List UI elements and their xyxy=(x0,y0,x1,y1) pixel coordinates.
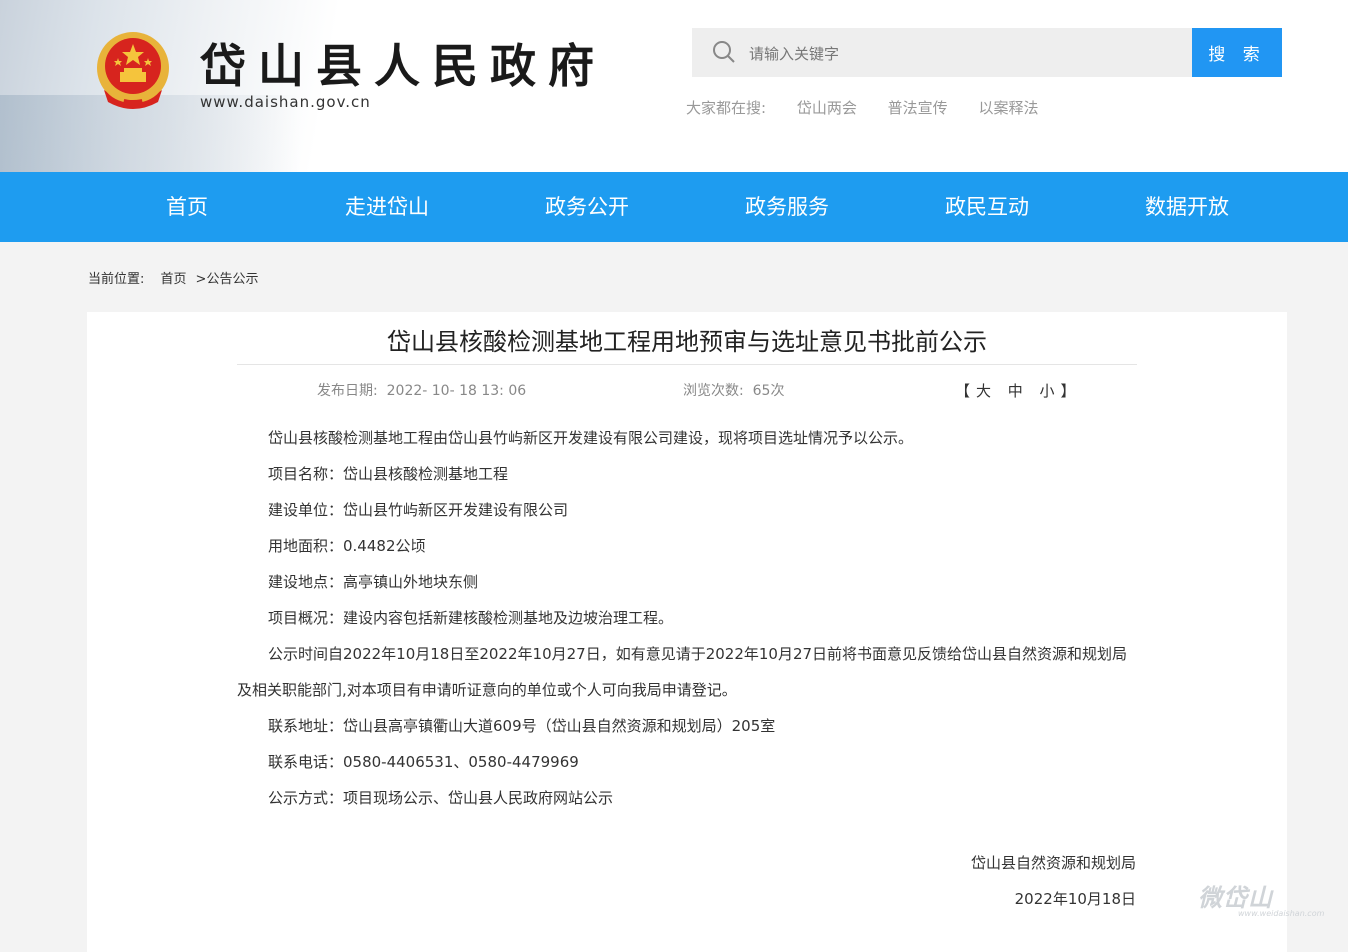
main-nav: 首页 走进岱山 政务公开 政务服务 政民互动 数据开放 xyxy=(0,172,1348,242)
article-paragraph: 用地面积：0.4482公顷 xyxy=(268,537,426,555)
article-paragraph: 岱山县核酸检测基地工程由岱山县竹屿新区开发建设有限公司建设，现将项目选址情况予以… xyxy=(268,429,914,447)
search-box xyxy=(692,28,1192,79)
publish-date-value: 2022- 10- 18 13: 06 xyxy=(386,383,527,399)
title-divider xyxy=(237,364,1137,365)
view-count: 浏览次数: 65次 xyxy=(683,380,784,400)
font-size-control[interactable]: 【大 中 小】 xyxy=(955,380,1082,401)
article-paragraph: 建设地点：高亭镇山外地块东侧 xyxy=(268,573,479,591)
hot-searches-label: 大家都在搜: xyxy=(686,99,767,117)
site-url: www.daishan.gov.cn xyxy=(200,93,371,111)
search-input[interactable] xyxy=(747,28,1181,79)
article-paragraph: 联系地址：岱山县高亭镇衢山大道609号（岱山县自然资源和规划局）205室 xyxy=(268,717,776,735)
nav-item-about[interactable]: 走进岱山 xyxy=(287,172,487,242)
breadcrumb-label: 当前位置: xyxy=(88,272,145,287)
breadcrumb-current[interactable]: >公告公示 xyxy=(196,272,259,287)
watermark-text: 微岱山 xyxy=(1198,884,1273,912)
hot-search-link[interactable]: 普法宣传 xyxy=(888,99,948,117)
search-icon xyxy=(713,41,735,63)
article-paragraph: 项目名称：岱山县核酸检测基地工程 xyxy=(268,465,509,483)
nav-item-interaction[interactable]: 政民互动 xyxy=(887,172,1087,242)
nav-item-gov-services[interactable]: 政务服务 xyxy=(687,172,887,242)
site-title[interactable]: 岱山县人民政府 xyxy=(200,30,606,96)
sign-date: 2022年10月18日 xyxy=(1014,890,1136,908)
nav-item-open-data[interactable]: 数据开放 xyxy=(1087,172,1287,242)
article-paragraph: 联系电话：0580-4406531、0580-4479969 xyxy=(268,753,579,771)
article-paragraph: 公示时间自2022年10月18日至2022年10月27日，如有意见请于2022年… xyxy=(237,645,1128,699)
view-count-value: 65次 xyxy=(752,383,785,399)
hot-search-link[interactable]: 岱山两会 xyxy=(797,99,857,117)
publish-date-label: 发布日期: xyxy=(317,383,378,399)
nav-item-gov-affairs[interactable]: 政务公开 xyxy=(487,172,687,242)
hot-search-link[interactable]: 以案释法 xyxy=(978,99,1038,117)
article-paragraph: 建设单位：岱山县竹屿新区开发建设有限公司 xyxy=(268,501,569,519)
view-count-label: 浏览次数: xyxy=(683,383,744,399)
article-paragraph: 公示方式：项目现场公示、岱山县人民政府网站公示 xyxy=(268,789,614,807)
breadcrumb: 当前位置: 首页 >公告公示 xyxy=(88,268,270,287)
signer: 岱山县自然资源和规划局 xyxy=(970,854,1136,872)
national-emblem-icon[interactable] xyxy=(94,30,172,112)
site-header: 岱山县人民政府 www.daishan.gov.cn 搜 索 大家都在搜: 岱山… xyxy=(0,0,1348,172)
article-paragraph: 项目概况：建设内容包括新建核酸检测基地及边坡治理工程。 xyxy=(268,609,674,627)
article-panel: 岱山县核酸检测基地工程用地预审与选址意见书批前公示 发布日期: 2022- 10… xyxy=(87,312,1287,952)
nav-item-home[interactable]: 首页 xyxy=(87,172,287,242)
publish-date: 发布日期: 2022- 10- 18 13: 06 xyxy=(317,380,526,400)
breadcrumb-home-link[interactable]: 首页 xyxy=(161,272,187,287)
watermark-url: www.weidaishan.com xyxy=(1238,909,1325,918)
watermark-logo: 微岱山 www.weidaishan.com xyxy=(1198,878,1324,918)
article-body: 岱山县核酸检测基地工程由岱山县竹屿新区开发建设有限公司建设，现将项目选址情况予以… xyxy=(237,420,1137,816)
hot-searches: 大家都在搜: 岱山两会 普法宣传 以案释法 xyxy=(686,97,1064,118)
article-title: 岱山县核酸检测基地工程用地预审与选址意见书批前公示 xyxy=(387,328,987,356)
search-button[interactable]: 搜 索 xyxy=(1192,28,1282,77)
